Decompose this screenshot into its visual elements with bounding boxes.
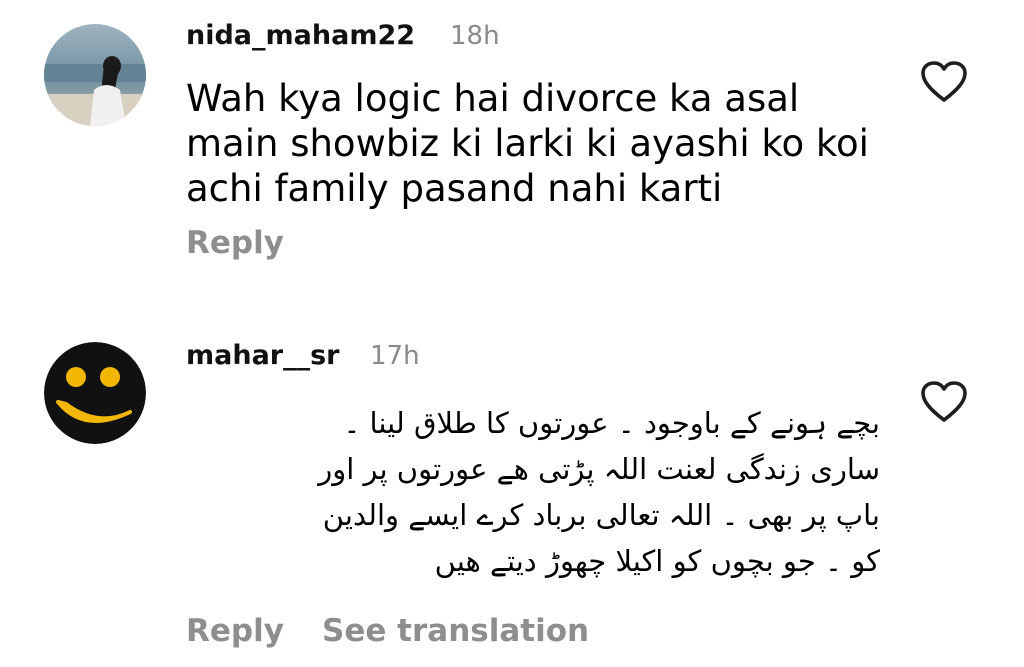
see-translation-button[interactable]: See translation bbox=[322, 613, 589, 649]
comments-panel: nida_maham22 18h Wah kya logic hai divor… bbox=[0, 0, 1024, 667]
comment-text: بچے ہونے کے باوجود ۔ عورتوں کا طلاق لینا… bbox=[180, 400, 880, 584]
comment-line: achi family pasand nahi karti bbox=[186, 167, 723, 210]
comment-line: بچے ہونے کے باوجود ۔ عورتوں کا طلاق لینا… bbox=[343, 406, 880, 440]
comment-line: کو ۔ جو بچوں کو اکیلا چھوڑ دیتے ھیں bbox=[434, 544, 880, 578]
smiley-face-icon bbox=[44, 342, 146, 444]
comment-line: باپ پر بھی ۔ اللہ تعالی برباد کرے ایسے و… bbox=[322, 498, 880, 532]
comment-line: main showbiz ki larki ki ayashi ko koi bbox=[186, 122, 869, 165]
comment-line: Wah kya logic hai divorce ka asal bbox=[186, 77, 800, 120]
comment-username[interactable]: mahar__sr bbox=[186, 340, 340, 371]
profile-photo-icon bbox=[44, 24, 146, 126]
comment-line: ساری زندگی لعنت اللہ پڑتی ھے عورتوں پر ا… bbox=[318, 452, 880, 486]
comment-text: Wah kya logic hai divorce ka asal main s… bbox=[186, 76, 869, 211]
reply-button[interactable]: Reply bbox=[186, 225, 284, 261]
comment-timestamp: 17h bbox=[370, 341, 420, 371]
comment-username[interactable]: nida_maham22 bbox=[186, 20, 415, 51]
heart-outline-icon[interactable] bbox=[920, 60, 968, 104]
avatar[interactable] bbox=[44, 24, 146, 126]
comment-timestamp: 18h bbox=[450, 21, 500, 51]
heart-outline-icon[interactable] bbox=[920, 380, 968, 424]
avatar[interactable] bbox=[44, 342, 146, 444]
reply-button[interactable]: Reply bbox=[186, 613, 284, 649]
